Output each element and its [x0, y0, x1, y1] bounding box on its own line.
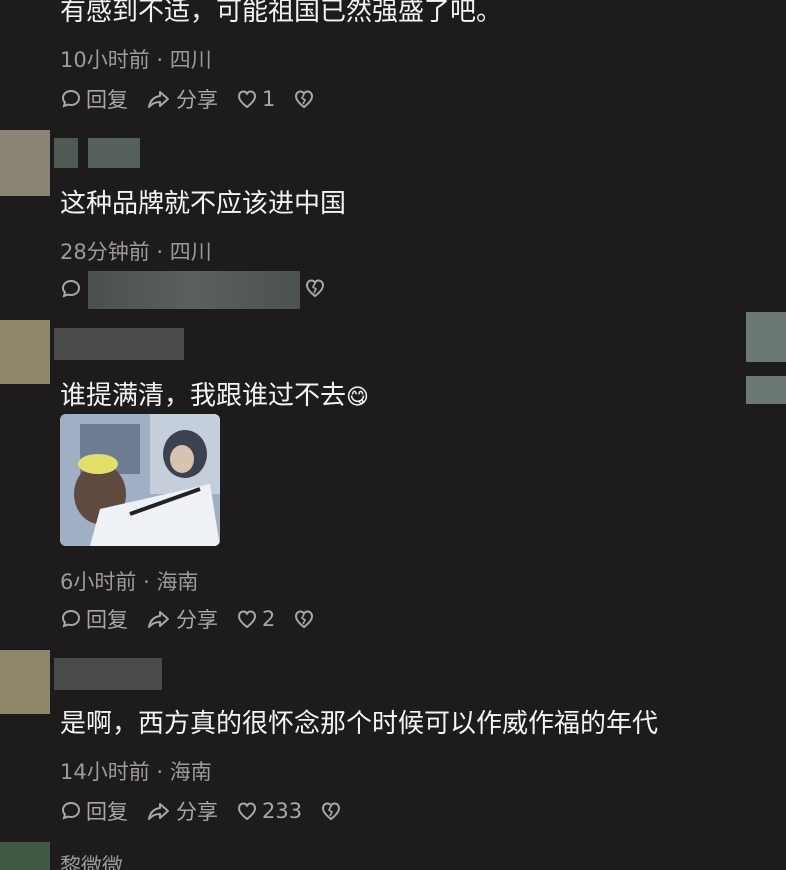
reply-icon — [61, 279, 81, 298]
meta-separator: · — [143, 570, 150, 594]
comment-time: 14小时前 — [60, 760, 150, 784]
comment-location: 四川 — [169, 48, 212, 72]
comment-text: 有感到不适，可能祖国已然强盛了吧。 — [60, 0, 503, 27]
share-label: 分享 — [176, 88, 218, 112]
like-button[interactable]: 2 — [236, 607, 275, 631]
comment-time: 28分钟前 — [60, 240, 150, 264]
side-decoration — [746, 376, 786, 404]
reply-label: 回复 — [86, 88, 128, 112]
dislike-button[interactable] — [293, 608, 319, 630]
like-button[interactable]: 233 — [236, 799, 302, 823]
reply-button[interactable]: 回复 — [60, 84, 128, 114]
heart-icon — [237, 610, 257, 629]
reply-button[interactable]: 回复 — [60, 796, 128, 826]
dislike-button[interactable] — [304, 277, 326, 303]
username-redacted — [54, 328, 184, 360]
broken-heart-icon — [295, 90, 314, 109]
share-label: 分享 — [176, 800, 218, 824]
username-redacted — [88, 138, 140, 168]
share-button[interactable]: 分享 — [146, 84, 218, 114]
avatar[interactable] — [0, 320, 50, 384]
share-button[interactable]: 分享 — [146, 604, 218, 634]
like-count: 233 — [262, 799, 303, 823]
avatar[interactable] — [0, 130, 50, 196]
comment-image[interactable] — [60, 414, 220, 546]
share-icon — [148, 803, 169, 820]
comment-actions: 回复 分享 233 — [60, 796, 364, 826]
redacted-actions — [88, 271, 300, 309]
meta-separator: · — [156, 240, 164, 264]
comment-location: 海南 — [156, 570, 199, 594]
comment-text: 是啊，西方真的很怀念那个时候可以作威作福的年代 — [60, 709, 659, 739]
meta-separator: · — [156, 48, 164, 72]
share-label: 分享 — [176, 608, 218, 632]
comment-time: 6小时前 — [60, 570, 137, 594]
username-redacted — [54, 658, 162, 690]
image-content — [60, 414, 220, 546]
like-count: 1 — [262, 87, 276, 111]
dislike-button[interactable] — [293, 88, 319, 110]
heart-icon — [237, 90, 257, 109]
avatar[interactable] — [0, 842, 50, 870]
share-icon — [148, 91, 169, 108]
username-redacted — [54, 138, 78, 168]
comment-actions: 回复 分享 2 — [60, 604, 337, 634]
emoji: 😋 — [346, 385, 369, 410]
comment-meta: 14小时前 · 海南 — [60, 756, 212, 786]
dislike-button[interactable] — [320, 800, 346, 822]
comment-meta: 10小时前 · 四川 — [60, 44, 212, 74]
side-decoration — [746, 312, 786, 362]
reply-icon — [61, 801, 81, 820]
broken-heart-icon — [322, 802, 341, 821]
meta-separator: · — [156, 760, 164, 784]
reply-button[interactable]: 回复 — [60, 604, 128, 634]
avatar[interactable] — [0, 650, 50, 714]
reply-button[interactable] — [60, 278, 86, 300]
comment-meta: 6小时前 · 海南 — [60, 566, 198, 596]
comment-location: 四川 — [169, 240, 212, 264]
comment-text: 谁提满清，我跟谁过不去😋 — [60, 380, 369, 414]
heart-icon — [237, 802, 257, 821]
share-icon — [148, 611, 169, 628]
comment-location: 海南 — [169, 760, 212, 784]
comment-text: 这种品牌就不应该进中国 — [60, 189, 347, 219]
reply-icon — [61, 609, 81, 628]
share-button[interactable]: 分享 — [146, 796, 218, 826]
comment-meta: 28分钟前 · 四川 — [60, 236, 212, 266]
reply-label: 回复 — [86, 800, 128, 824]
username[interactable]: 黎微微 — [60, 850, 123, 870]
like-button[interactable]: 1 — [236, 87, 275, 111]
reply-icon — [61, 89, 81, 108]
comment-actions: 回复 分享 1 — [60, 84, 337, 114]
comment-text-body: 谁提满清，我跟谁过不去 — [60, 381, 347, 411]
broken-heart-icon — [305, 279, 325, 298]
reply-label: 回复 — [86, 608, 128, 632]
comment-time: 10小时前 — [60, 48, 150, 72]
like-count: 2 — [262, 607, 276, 631]
broken-heart-icon — [295, 610, 314, 629]
